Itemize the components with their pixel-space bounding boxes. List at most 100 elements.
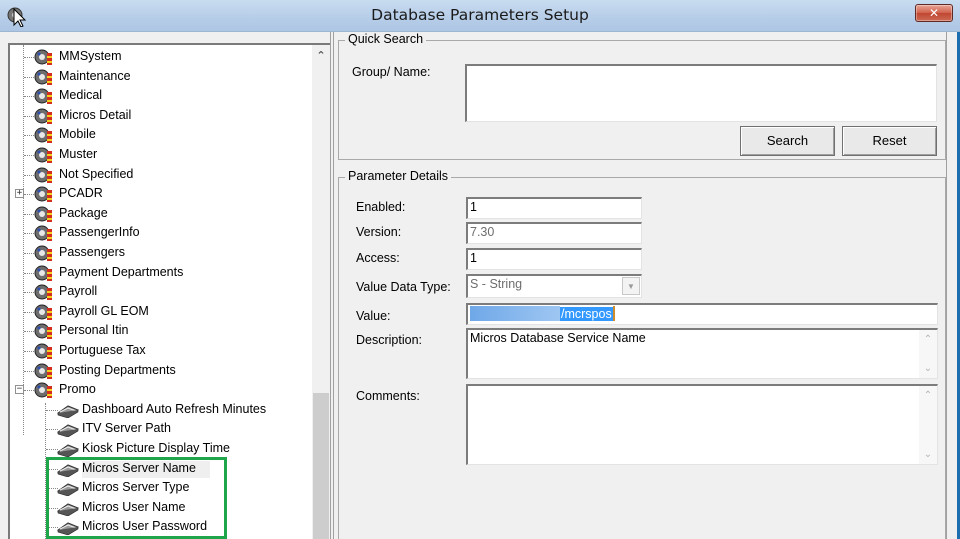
gear-group-icon <box>34 185 54 203</box>
tree-item-label: PCADR <box>59 186 103 201</box>
text-caret <box>612 306 615 322</box>
tree-group-item[interactable]: Payroll <box>10 282 310 302</box>
gear-group-icon <box>34 264 54 282</box>
parameter-details-title: Parameter Details <box>345 169 452 183</box>
tree-item-label: Posting Departments <box>59 362 176 377</box>
group-name-input[interactable] <box>465 64 937 122</box>
tree-item-label: Dashboard Auto Refresh Minutes <box>82 401 267 416</box>
enabled-label: Enabled: <box>356 200 406 214</box>
gear-group-icon <box>34 244 54 262</box>
description-label: Description: <box>356 333 422 347</box>
close-button[interactable]: ✕ <box>915 4 953 22</box>
gear-group-icon <box>34 224 54 242</box>
window-right-border <box>946 32 960 539</box>
gear-group-icon <box>34 283 54 301</box>
book-parameter-icon <box>56 403 80 419</box>
tree-group-item[interactable]: Medical <box>10 86 310 106</box>
tree-group-item[interactable]: Portuguese Tax <box>10 341 310 361</box>
description-text: Micros Database Service Name <box>470 331 646 345</box>
data-type-combo: S - String ▼ <box>466 274 642 298</box>
quick-search-title: Quick Search <box>345 32 427 46</box>
tree-item-label: MMSystem <box>59 49 122 63</box>
tree-group-item[interactable]: Not Specified <box>10 165 310 185</box>
reset-button[interactable]: Reset <box>842 126 937 156</box>
comments-scrollbar[interactable]: ⌃ ⌄ <box>919 386 937 464</box>
description-scrollbar[interactable]: ⌃ ⌄ <box>919 330 937 378</box>
expand-icon[interactable]: + <box>15 189 24 199</box>
tree-item-label: Medical <box>59 88 103 103</box>
tree-item-label: Portuguese Tax <box>59 343 146 357</box>
comments-textarea[interactable]: ⌃ ⌄ <box>466 384 938 465</box>
tree-group-item[interactable]: Payment Departments <box>10 263 310 283</box>
value-label: Value: <box>356 309 391 323</box>
panel-splitter[interactable] <box>330 32 334 539</box>
gear-group-icon <box>34 166 54 184</box>
access-label: Access: <box>356 251 400 265</box>
tree-group-item[interactable]: Maintenance <box>10 67 310 87</box>
chevron-up-icon[interactable]: ⌃ <box>919 334 937 345</box>
tree-item-label: Micros Detail <box>59 107 132 122</box>
search-button[interactable]: Search <box>740 126 835 156</box>
chevron-down-icon: ▼ <box>622 277 640 295</box>
tree-item-label: Payment Departments <box>59 264 184 279</box>
collapse-icon[interactable]: − <box>15 385 24 395</box>
comments-label: Comments: <box>356 389 420 403</box>
tree-group-item[interactable]: Payroll GL EOM <box>10 302 310 322</box>
redacted-selection <box>470 306 560 322</box>
scroll-thumb[interactable] <box>313 393 329 539</box>
gear-group-icon <box>34 126 54 144</box>
tree-group-item[interactable]: MMSystem <box>10 47 310 67</box>
data-type-value: S - String <box>470 277 523 291</box>
tree-item-label: Kiosk Picture Display Time <box>82 441 230 455</box>
parameter-details-group: Parameter Details Enabled: 1 Version: 7.… <box>338 169 946 539</box>
scroll-up-arrow-icon[interactable]: ⌃ <box>312 49 330 65</box>
tree-group-item[interactable]: Posting Departments <box>10 361 310 381</box>
gear-group-icon <box>34 303 54 321</box>
tree-parameter-item[interactable]: Kiosk Picture Display Time <box>10 439 310 459</box>
tree-group-item[interactable]: Mobile <box>10 125 310 145</box>
tree-item-label: Payroll <box>59 284 98 299</box>
gear-group-icon <box>34 362 54 380</box>
tree-item-label: Payroll GL EOM <box>59 303 149 318</box>
value-selected-text: /mcrspos <box>560 306 613 321</box>
book-parameter-icon <box>56 442 80 458</box>
parameter-tree[interactable]: MMSystem Maintenance Medical Micros Detail M… <box>8 43 330 539</box>
version-input: 7.30 <box>466 222 642 244</box>
tree-scrollbar[interactable]: ⌃ <box>312 45 330 539</box>
chevron-up-icon[interactable]: ⌃ <box>919 390 937 401</box>
value-input[interactable]: /mcrspos <box>466 303 938 325</box>
tree-group-item[interactable]: + PCADR <box>10 184 310 204</box>
quick-search-group: Quick Search Group/ Name: Search Reset <box>338 32 946 160</box>
tree-item-label: Personal Itin <box>59 323 129 338</box>
chevron-down-icon[interactable]: ⌄ <box>919 449 937 460</box>
tree-item-label: Passengers <box>59 245 126 259</box>
tree-group-item[interactable]: PassengerInfo <box>10 223 310 243</box>
data-type-label: Value Data Type: <box>356 280 451 294</box>
gear-group-icon <box>34 342 54 360</box>
tree-item-label: Mobile <box>59 127 96 142</box>
chevron-down-icon[interactable]: ⌄ <box>919 363 937 374</box>
gear-group-icon <box>34 68 54 86</box>
tree-item-label: Promo <box>59 382 96 397</box>
tree-group-item[interactable]: Micros Detail <box>10 106 310 126</box>
tree-group-item[interactable]: Passengers <box>10 243 310 263</box>
gear-group-icon <box>34 146 54 164</box>
tree-item-label: PassengerInfo <box>59 225 140 240</box>
tree-item-label: Maintenance <box>59 68 131 83</box>
tree-group-item[interactable]: Package <box>10 204 310 224</box>
gear-group-icon <box>34 48 54 66</box>
highlight-box <box>46 457 227 539</box>
access-input[interactable]: 1 <box>466 248 642 270</box>
enabled-input[interactable]: 1 <box>466 197 642 219</box>
tree-group-item[interactable]: Muster <box>10 145 310 165</box>
close-x-icon: ✕ <box>928 6 940 20</box>
tree-parameter-item[interactable]: ITV Server Path <box>10 419 310 439</box>
description-textarea[interactable]: Micros Database Service Name ⌃ ⌄ <box>466 328 938 379</box>
tree-group-item[interactable]: − Promo <box>10 380 310 400</box>
tree-parameter-item[interactable]: Dashboard Auto Refresh Minutes <box>10 400 310 420</box>
group-name-label: Group/ Name: <box>352 65 431 79</box>
tree-group-item[interactable]: Personal Itin <box>10 321 310 341</box>
gear-group-icon <box>34 322 54 340</box>
gear-group-icon <box>34 205 54 223</box>
tree-item-label: Not Specified <box>59 166 134 181</box>
